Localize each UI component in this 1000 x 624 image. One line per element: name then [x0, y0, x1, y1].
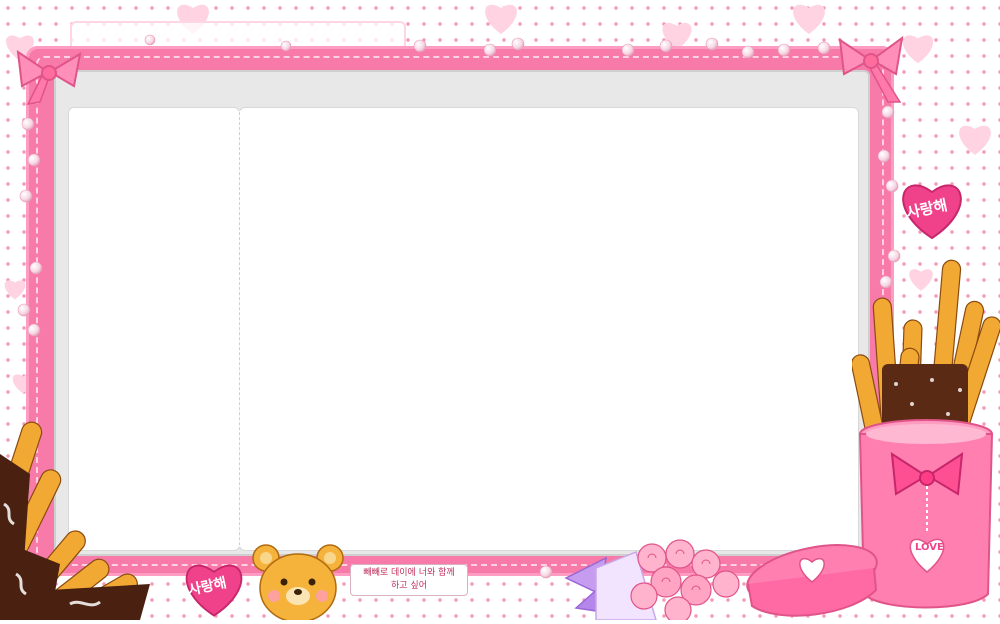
- bow-icon: [16, 49, 82, 105]
- rose-bouquet-icon: [564, 539, 740, 620]
- gift-box-icon: [746, 544, 878, 617]
- right-page-panel: [239, 107, 859, 551]
- speech-line-1: 빼빼로 데이에 너와 함께: [363, 568, 455, 578]
- love-heart-badge: 사랑해: [892, 176, 972, 242]
- speech-bubble: 빼빼로 데이에 너와 함께 하고 싶어: [350, 564, 468, 596]
- teddy-bear-icon: [252, 544, 344, 620]
- bow-icon: [838, 35, 904, 103]
- cup-love-label: LOVE: [915, 542, 944, 553]
- pocky-stick-icon: [0, 421, 150, 620]
- love-heart-badge-bottom: 사랑해: [176, 556, 252, 620]
- speech-line-2: 하고 싶어: [391, 581, 427, 591]
